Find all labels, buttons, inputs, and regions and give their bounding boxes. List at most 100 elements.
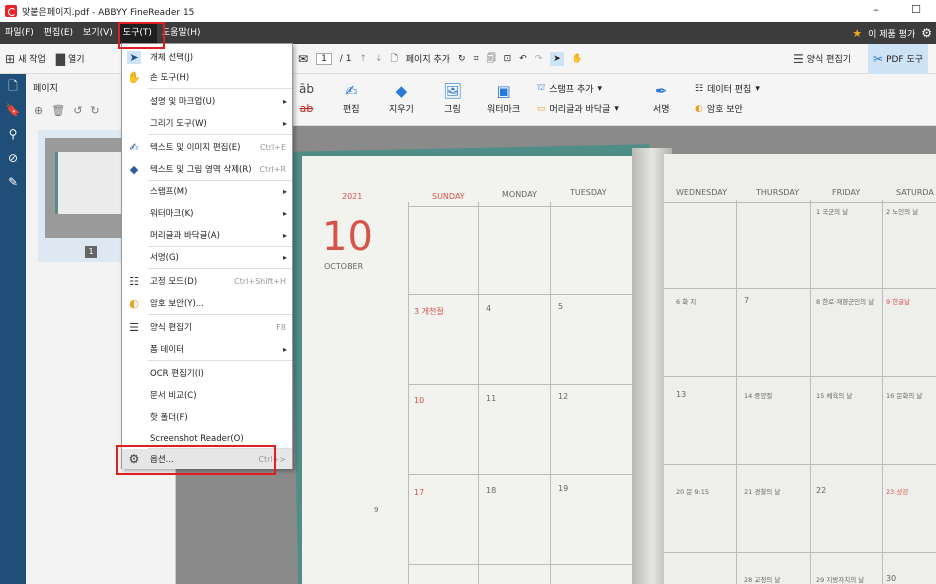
menu-item-shortcut: F8 — [276, 322, 286, 332]
bookmark-icon[interactable]: 🔖 — [0, 98, 26, 122]
erase-button[interactable]: ◆ 지우기 — [389, 82, 414, 115]
edit-text-icon: ✍ — [129, 140, 139, 154]
cal-month-name: OCTOBER — [324, 262, 364, 271]
menu-item-hot-folder[interactable]: 핫 폴더(F) — [122, 406, 292, 428]
menu-file[interactable]: 파일(F) — [0, 22, 39, 44]
minimize-button[interactable]: – — [856, 0, 896, 22]
tools-dropdown-menu: ➤ 개체 선택(J) ✋ 손 도구(H) 설명 및 마크업(U) ▸ 그리기 도구(W… — [121, 43, 293, 469]
new-task-button[interactable]: ⊞ 새 작업 — [0, 44, 51, 74]
rotate-icon[interactable]: ↻ — [458, 54, 466, 64]
signature-icon[interactable]: ✎ — [0, 170, 26, 194]
menu-item-hand-tool[interactable]: ✋ 손 도구(H) — [122, 66, 292, 88]
data-edit-button[interactable]: ☷ 데이터 편집 ▾ — [695, 82, 760, 96]
cal-cell: 1 국군의 날 — [816, 208, 849, 216]
header-footer-label: 머리글과 바닥글 — [549, 105, 611, 115]
form-editor-button[interactable]: ☰ 양식 편집기 — [788, 44, 856, 74]
menu-item-watermark[interactable]: 워터마크(K) ▸ — [122, 202, 292, 224]
cal-cell: 30 — [886, 574, 897, 583]
scan-icon[interactable]: ⊡ — [504, 54, 512, 64]
menu-view[interactable]: 보기(V) — [78, 22, 118, 44]
pdf-tools-icon: ✂ — [873, 51, 884, 66]
watermark-label: 워터마크 — [487, 105, 521, 115]
rotate-right-icon[interactable]: ↻ — [90, 104, 99, 117]
add-page-panel-icon[interactable]: ⊕ — [34, 104, 43, 117]
menu-item-password-security[interactable]: ◐ 암호 보안(Y)... — [122, 292, 292, 314]
hand-tool-icon[interactable]: ✋ — [572, 54, 583, 64]
cal-cell: 9 한글날 — [886, 298, 911, 306]
ab-strike-icon: ab — [299, 102, 314, 115]
stamp-add-button[interactable]: ⛫ 스탬프 추가 ▾ — [537, 82, 602, 95]
planner-right-page: WEDNESDAY THURSDAY FRIDAY SATURDA 1 국군의 … — [664, 154, 936, 584]
cal-cell: 16 문화의 날 — [886, 392, 923, 400]
page-view-icon[interactable]: 🗐 — [487, 51, 496, 67]
menu-item-header-footer[interactable]: 머리글과 바닥글(A) ▸ — [122, 224, 292, 246]
menu-item-label: 양식 편집기 — [150, 323, 192, 333]
cal-day-header: TUESDAY — [570, 188, 607, 197]
menu-item-form-data[interactable]: 폼 데이터 ▸ — [122, 338, 292, 360]
edit-label: 편집 — [343, 105, 360, 115]
highlight-box-tools-menu — [118, 22, 165, 49]
grid-line — [408, 294, 632, 295]
pdf-tools-button[interactable]: ✂ PDF 도구 — [868, 43, 929, 74]
submenu-arrow-icon: ▸ — [282, 230, 287, 240]
maximize-button[interactable]: ☐ — [896, 0, 936, 22]
submenu-arrow-icon: ▸ — [282, 252, 287, 262]
open-button[interactable]: ▇ 열기 — [51, 44, 90, 74]
menu-item-label: 개체 선택(J) — [150, 53, 194, 63]
rotate-left-icon[interactable]: ↺ — [73, 104, 82, 117]
menu-item-delete-area[interactable]: ◆ 텍스트 및 그림 영역 삭제(R) Ctrl+R — [122, 158, 292, 180]
cal-cell: 4 — [486, 304, 492, 313]
delete-page-icon[interactable]: 🗑 — [51, 104, 65, 117]
crop-icon[interactable]: ⌗ — [474, 54, 479, 64]
menu-item-edit-text-image[interactable]: ✍ 텍스트 및 이미지 편집(E) Ctrl+E — [122, 136, 292, 158]
password-security-button[interactable]: ◐ 암호 보안 — [695, 102, 743, 116]
window-title: 맞붙은페이지.pdf - ABBYY FineReader 15 — [22, 7, 195, 18]
mail-icon[interactable]: ✉ — [298, 52, 308, 66]
submenu-arrow-icon: ▸ — [282, 118, 287, 128]
menu-item-signature[interactable]: 서명(G) ▸ — [122, 246, 292, 268]
data-edit-label: 데이터 편집 — [707, 85, 752, 95]
redo-icon[interactable]: ↷ — [535, 54, 543, 64]
menu-item-label: 설명 및 마크업(U) — [150, 97, 216, 107]
next-page-icon[interactable]: ↓ — [375, 54, 383, 64]
grid-line — [664, 202, 936, 203]
rate-product-link[interactable]: 이 제품 평가 — [868, 27, 915, 40]
menu-item-comment-markup[interactable]: 설명 및 마크업(U) ▸ — [122, 90, 292, 112]
menu-item-select-object[interactable]: ➤ 개체 선택(J) — [122, 46, 292, 68]
menu-item-stamp[interactable]: 스탬프(M) ▸ — [122, 180, 292, 202]
menu-item-fixed-mode[interactable]: ☷ 고정 모드(D) Ctrl+Shift+H — [122, 270, 292, 292]
pages-icon[interactable]: 🗋 — [0, 74, 26, 98]
menu-edit[interactable]: 편집(E) — [39, 22, 78, 44]
cal-day-header: FRIDAY — [832, 188, 861, 197]
prev-page-icon[interactable]: ↑ — [359, 54, 367, 64]
menu-item-form-editor[interactable]: ☰ 양식 편집기 F8 — [122, 316, 292, 338]
undo-icon[interactable]: ↶ — [519, 54, 527, 64]
cal-cell: 18 — [486, 486, 497, 495]
attachment-icon[interactable]: ⊘ — [0, 146, 26, 170]
sign-button[interactable]: ✒ 서명 — [653, 82, 670, 115]
select-cursor-icon[interactable]: ➤ — [550, 51, 564, 66]
menu-item-label: Screenshot Reader(O) — [150, 434, 244, 444]
chevron-down-icon: ▾ — [597, 83, 603, 94]
page-number-input[interactable]: 1 — [316, 52, 332, 65]
watermark-button[interactable]: ▣ 워터마크 — [487, 82, 520, 115]
cal-cell: 28 교정의 날 — [744, 576, 781, 584]
cal-year: 2021 — [342, 192, 363, 201]
menu-item-ocr-editor[interactable]: OCR 편집기(I) — [122, 362, 292, 384]
gear-icon[interactable]: ⚙ — [921, 26, 932, 40]
header-footer-button[interactable]: ▭ 머리글과 바닥글 ▾ — [537, 102, 619, 116]
image-button[interactable]: 🖼 그림 — [443, 82, 462, 115]
search-icon[interactable]: ⚲ — [0, 122, 26, 146]
menu-item-drawing-tools[interactable]: 그리기 도구(W) ▸ — [122, 112, 292, 134]
title-bar: 맞붙은페이지.pdf - ABBYY FineReader 15 – ☐ — [0, 0, 936, 22]
menu-item-label: 핫 폴더(F) — [150, 413, 188, 423]
data-edit-icon: ☷ — [695, 83, 704, 94]
cal-cell: 29 지방자치의 날 — [816, 576, 865, 584]
add-page-button[interactable]: 페이지 추가 — [406, 52, 450, 65]
menu-item-compare-documents[interactable]: 문서 비교(C) — [122, 384, 292, 406]
text-edit-ab-button[interactable]: āb ab — [299, 82, 314, 115]
form-icon: ☰ — [129, 320, 139, 334]
edit-button[interactable]: ✍ 편집 — [343, 82, 360, 115]
password-label: 암호 보안 — [706, 105, 743, 115]
form-editor-label: 양식 편집기 — [806, 55, 852, 65]
